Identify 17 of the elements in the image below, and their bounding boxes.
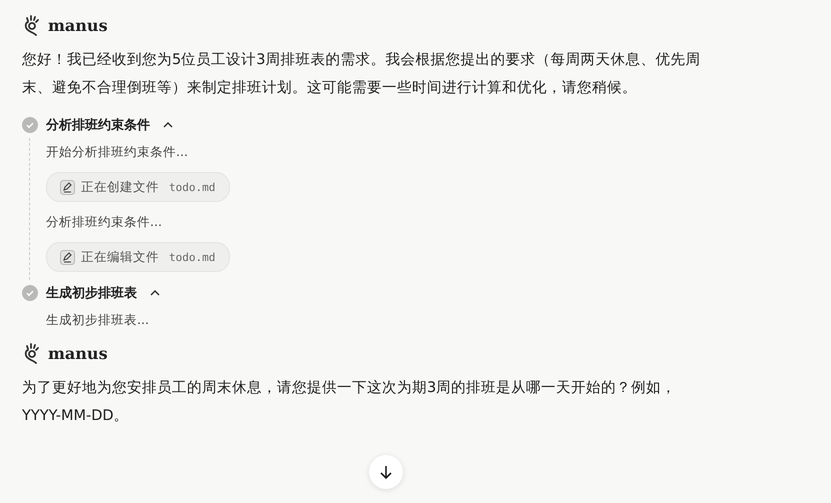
scroll-down-button[interactable] — [369, 455, 403, 489]
file-action-chip[interactable]: 正在创建文件 todo.md — [46, 172, 230, 202]
logo-icon — [22, 342, 42, 364]
step-title: 分析排班约束条件 — [46, 117, 150, 134]
sender-name: manus — [48, 16, 108, 34]
step-note: 分析排班约束条件... — [46, 213, 163, 231]
arrow-down-icon — [378, 464, 394, 480]
edit-icon — [60, 250, 75, 264]
step-note: 开始分析排班约束条件... — [46, 143, 189, 161]
message-text: 为了更好地为您安排员工的周末休息，请您提供一下这次为期3周的排班是从哪一天开始的？例如， YYYY-MM-DD。 — [22, 378, 678, 426]
step-title: 生成初步排班表 — [46, 284, 137, 302]
sender-name: manus — [48, 344, 108, 362]
message-text: 您好！我已经收到您为5位员工设计3周排班表的需求。我会根据您提出的要求（每周两天休息、优先周末、避免不合理倒班等）来制定排班计划。这可能需要一些时间进行计算和优化，请您稍候。 — [22, 51, 702, 98]
logo-icon — [22, 14, 42, 36]
step-note: 生成初步排班表... — [46, 311, 150, 329]
edit-icon — [60, 180, 75, 194]
file-action-chip[interactable]: 正在编辑文件 todo.md — [46, 242, 230, 272]
